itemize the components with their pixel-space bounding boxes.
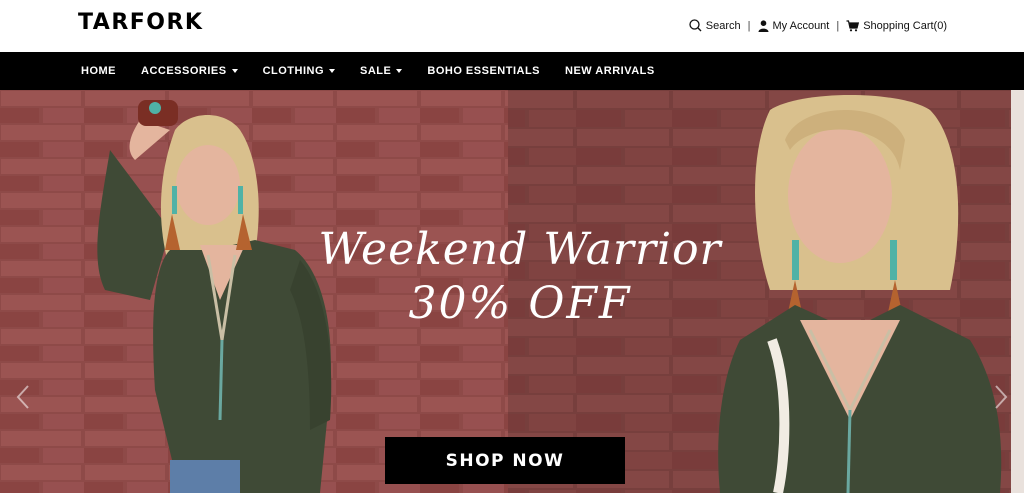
nav-item-label: NEW ARRIVALS <box>565 65 655 77</box>
cart-icon <box>846 19 860 31</box>
site-header: TARFORK Search | My Account | Shopping C… <box>0 0 1024 52</box>
hero-banner[interactable]: Weekend Warrior 30% OFF SHOP NOW <box>0 90 1024 493</box>
shopping-cart-label: Shopping Cart(0) <box>863 19 947 32</box>
user-icon <box>758 19 768 32</box>
separator: | <box>836 19 840 32</box>
nav-item-home[interactable]: HOME <box>81 65 116 77</box>
caret-down-icon <box>329 69 336 73</box>
headline-line-1: Weekend Warrior <box>318 224 722 275</box>
nav-item-new-arrivals[interactable]: NEW ARRIVALS <box>565 65 655 77</box>
model-right-image <box>718 95 1002 493</box>
my-account-label: My Account <box>772 19 830 32</box>
headline-line-2: 30% OFF <box>408 278 632 329</box>
search-icon <box>689 19 702 32</box>
chevron-left-icon[interactable] <box>16 385 30 409</box>
my-account-link[interactable]: My Account <box>758 19 830 32</box>
chevron-right-icon[interactable] <box>994 385 1008 409</box>
nav-item-clothing[interactable]: CLOTHING <box>262 65 336 77</box>
caret-down-icon <box>231 69 238 73</box>
slide-edge <box>1011 90 1024 493</box>
shopping-cart-link[interactable]: Shopping Cart(0) <box>846 20 947 32</box>
nav-item-label: ACCESSORIES <box>141 65 227 77</box>
promo-headline: Weekend Warrior 30% OFF <box>300 222 740 330</box>
nav-list: HOME ACCESSORIES CLOTHING SALE BOHO ESSE… <box>0 52 1024 90</box>
site-logo[interactable]: TARFORK <box>78 10 203 35</box>
search-link[interactable]: Search <box>689 19 741 32</box>
nav-item-boho-essentials[interactable]: BOHO ESSENTIALS <box>427 65 540 77</box>
nav-item-label: SALE <box>360 65 392 77</box>
nav-item-label: HOME <box>81 65 116 77</box>
main-nav: HOME ACCESSORIES CLOTHING SALE BOHO ESSE… <box>0 52 1024 90</box>
utility-links: Search | My Account | Shopping Cart(0) <box>689 19 947 32</box>
nav-item-sale[interactable]: SALE <box>360 65 403 77</box>
separator: | <box>747 19 751 32</box>
nav-item-label: CLOTHING <box>262 65 325 77</box>
nav-item-accessories[interactable]: ACCESSORIES <box>141 65 238 77</box>
search-label: Search <box>705 19 741 32</box>
caret-down-icon <box>396 69 403 73</box>
shop-now-button[interactable]: SHOP NOW <box>385 437 625 484</box>
nav-item-label: BOHO ESSENTIALS <box>427 65 540 77</box>
